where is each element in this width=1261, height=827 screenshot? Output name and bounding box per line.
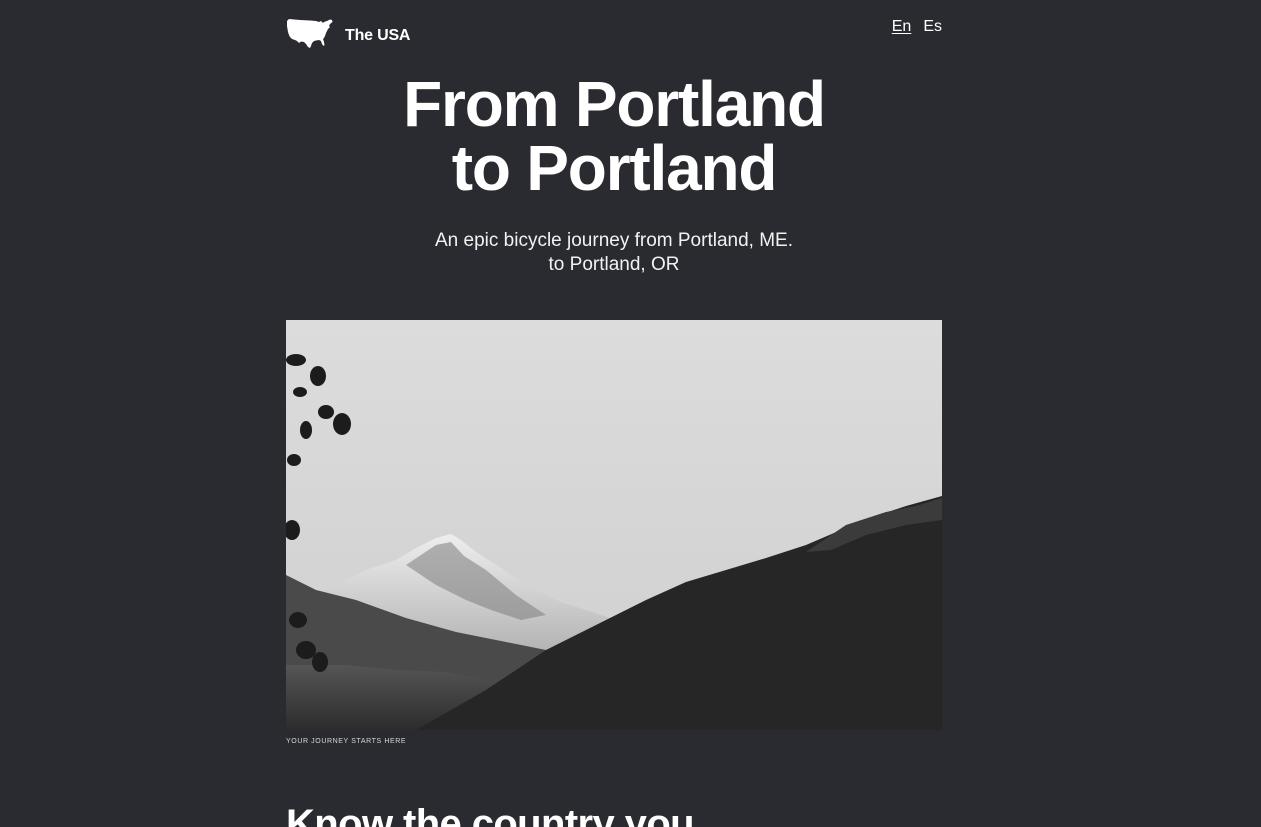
hero-subtitle-line-2: to Portland, OR [548,254,680,275]
logo-text: The USA [345,27,411,44]
logo-link[interactable]: The USA [286,18,410,50]
hero-subtitle: An epic bicycle journey from Portland, M… [286,229,942,277]
hero-subtitle-line-1: An epic bicycle journey from Portland, M… [435,230,793,251]
hero-title: From Portland to Portland [286,72,942,200]
section-heading: Know the country you [286,802,695,827]
language-en-link[interactable]: En [892,18,912,36]
site-header: The USA En Es [286,0,942,60]
usa-map-icon [287,19,333,48]
photo-caption: YOUR JOURNEY STARTS HERE [286,738,407,745]
hero-title-line-2: to Portland [451,132,778,204]
language-switcher: En Es [892,18,942,36]
hero-title-line-1: From Portland [403,68,826,140]
main-container: The USA En Es From Portland to Portland … [286,0,942,827]
page: The USA En Es From Portland to Portland … [0,0,1261,827]
mountain-landscape-photo [286,320,942,730]
language-es-link[interactable]: Es [923,18,942,36]
